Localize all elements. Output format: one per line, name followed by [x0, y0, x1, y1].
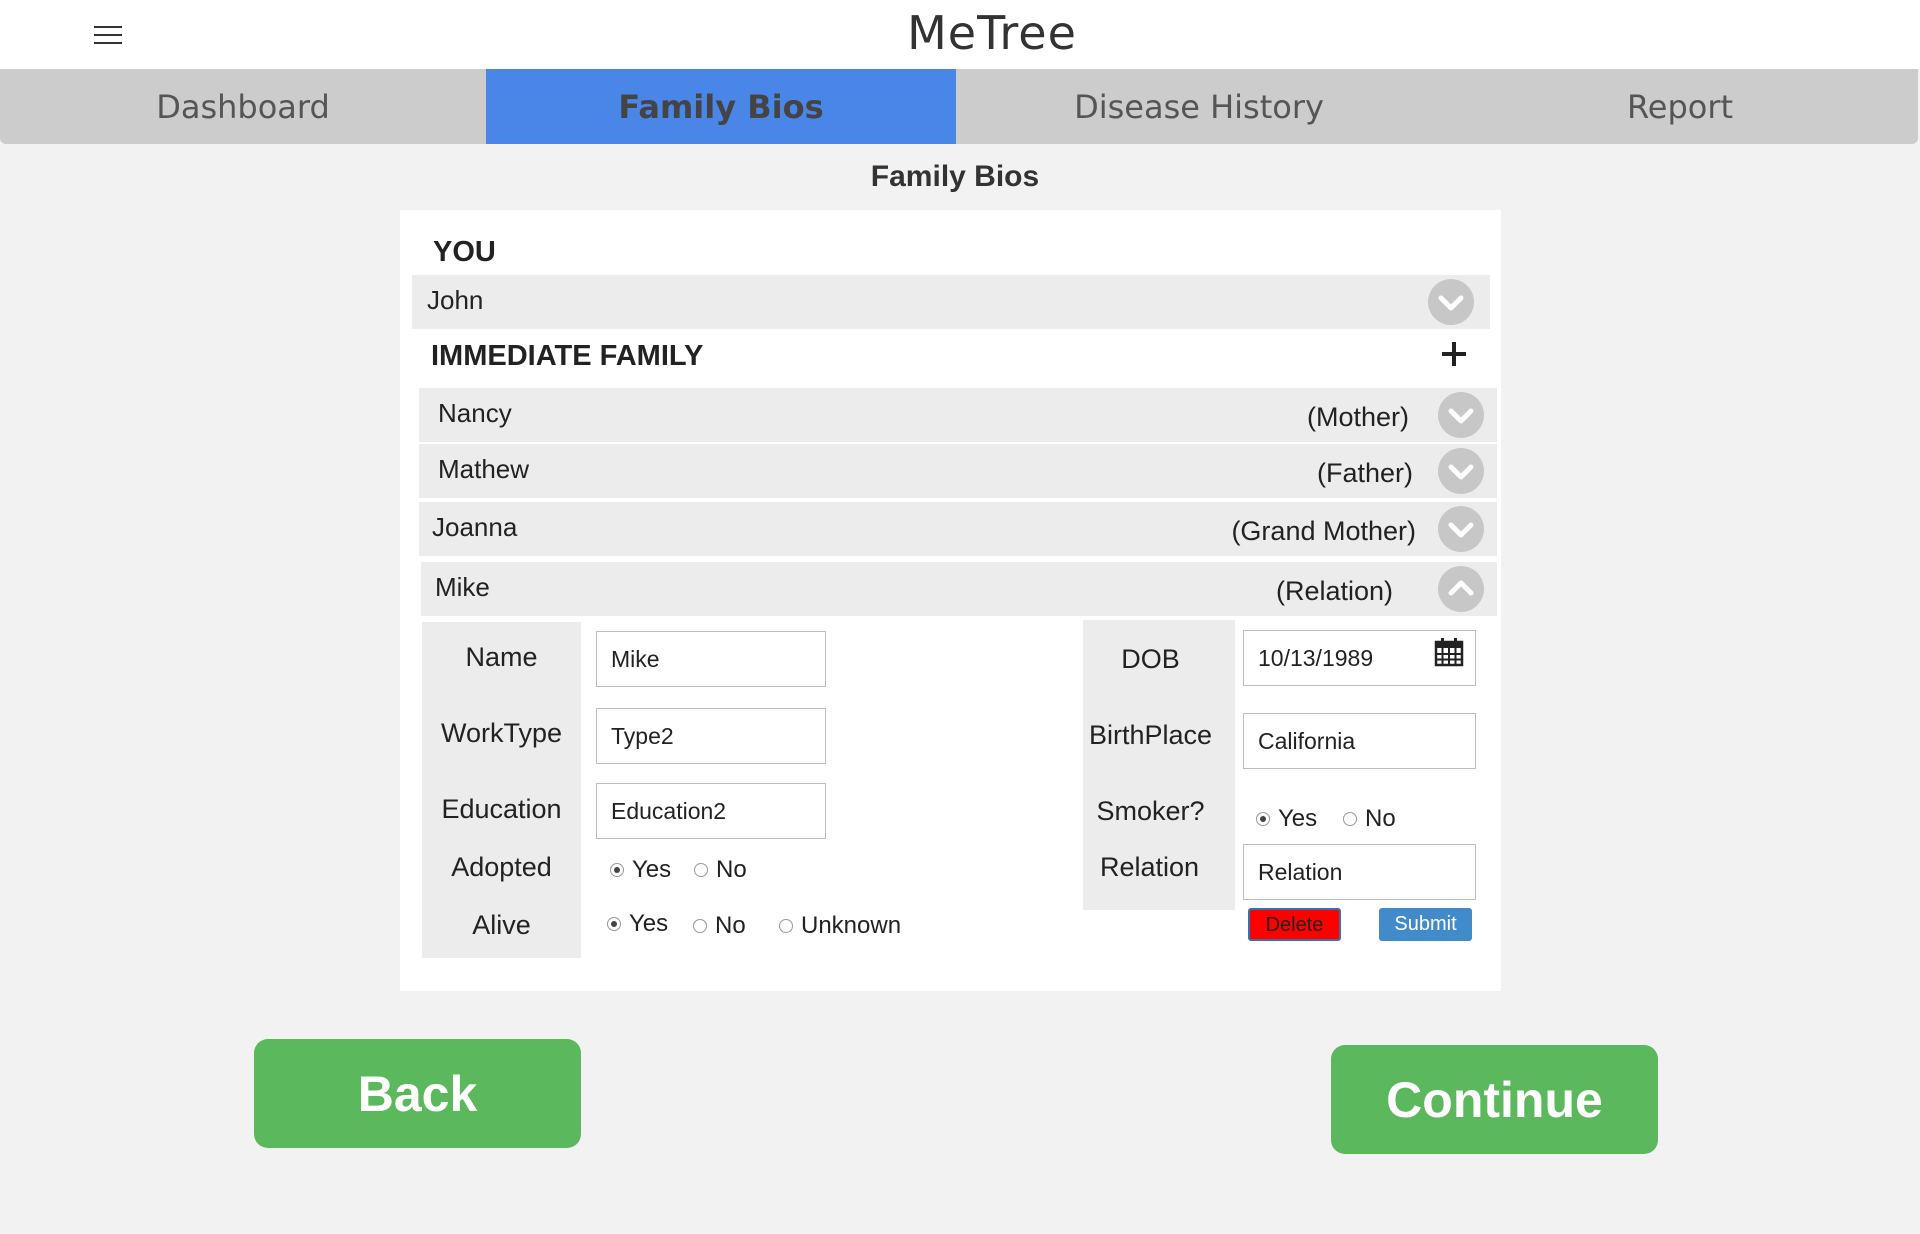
adopted-label: Adopted: [451, 852, 552, 882]
member-relation: (Father): [1316, 458, 1413, 488]
delete-button[interactable]: Delete: [1248, 908, 1341, 941]
tab-disease-history[interactable]: Disease History: [956, 69, 1442, 144]
relation-label: Relation: [1099, 852, 1200, 882]
education-label: Education: [441, 794, 562, 824]
smoker-no-label: No: [1365, 805, 1396, 832]
chevron-up-icon[interactable]: [1438, 566, 1484, 612]
add-family-member-icon[interactable]: [1440, 340, 1468, 368]
member-name: Mathew: [438, 454, 530, 484]
chevron-down-icon[interactable]: [1428, 279, 1474, 325]
education-input[interactable]: [596, 783, 826, 839]
radio-unselected-icon: [779, 919, 793, 933]
adopted-no-radio[interactable]: No: [694, 856, 747, 884]
adopted-no-label: No: [716, 856, 747, 883]
smoker-no-radio[interactable]: No: [1343, 805, 1396, 833]
chevron-down-icon[interactable]: [1438, 448, 1484, 494]
alive-yes-label: Yes: [629, 910, 669, 937]
radio-selected-icon: [1256, 812, 1270, 826]
submit-button[interactable]: Submit: [1379, 908, 1472, 941]
tab-bar: Dashboard Family Bios Disease History Re…: [0, 69, 1918, 144]
smoker-label: Smoker?: [1096, 796, 1205, 826]
adopted-yes-label: Yes: [632, 856, 672, 883]
tab-family-bios[interactable]: Family Bios: [486, 69, 956, 144]
adopted-yes-radio[interactable]: Yes: [610, 856, 671, 884]
member-relation: (Mother): [1306, 402, 1409, 432]
member-name: Nancy: [438, 398, 512, 428]
family-member-row[interactable]: Joanna (Grand Mother): [419, 502, 1497, 556]
worktype-input[interactable]: [596, 708, 826, 764]
smoker-yes-label: Yes: [1278, 805, 1318, 832]
birthplace-label: BirthPlace: [1088, 720, 1213, 750]
immediate-family-section-label: IMMEDIATE FAMILY: [431, 340, 704, 372]
alive-unknown-radio[interactable]: Unknown: [779, 912, 901, 940]
family-member-row[interactable]: Mathew (Father): [419, 444, 1497, 498]
alive-yes-radio[interactable]: Yes: [607, 910, 668, 938]
relation-input[interactable]: [1243, 844, 1476, 900]
family-bios-panel: YOU John IMMEDIATE FAMILY Nancy (Mother)…: [400, 210, 1501, 991]
member-name: Mike: [435, 572, 490, 602]
alive-unknown-label: Unknown: [801, 912, 902, 939]
tab-dashboard[interactable]: Dashboard: [0, 69, 486, 144]
you-name: John: [427, 285, 484, 315]
chevron-down-icon[interactable]: [1438, 506, 1484, 552]
radio-unselected-icon: [694, 863, 708, 877]
back-button[interactable]: Back: [254, 1039, 581, 1148]
app-title: MeTree: [907, 6, 1077, 60]
tab-report[interactable]: Report: [1442, 69, 1918, 144]
dob-label: DOB: [1121, 644, 1180, 674]
alive-no-radio[interactable]: No: [693, 912, 746, 940]
radio-unselected-icon: [693, 919, 707, 933]
calendar-icon[interactable]: [1434, 637, 1464, 667]
you-row[interactable]: John: [412, 275, 1490, 329]
smoker-yes-radio[interactable]: Yes: [1256, 805, 1317, 833]
name-label: Name: [465, 642, 538, 672]
member-relation: (Grand Mother): [1231, 516, 1416, 546]
family-member-row-expanded[interactable]: Mike (Relation): [421, 562, 1497, 616]
radio-selected-icon: [610, 863, 624, 877]
you-section-label: YOU: [433, 236, 496, 268]
member-relation: (Relation): [1275, 576, 1393, 606]
birthplace-input[interactable]: [1243, 713, 1476, 769]
radio-unselected-icon: [1343, 812, 1357, 826]
continue-button[interactable]: Continue: [1331, 1045, 1658, 1154]
page-heading: Family Bios: [870, 160, 1040, 193]
family-member-row[interactable]: Nancy (Mother): [419, 388, 1497, 442]
alive-no-label: No: [715, 912, 746, 939]
chevron-down-icon[interactable]: [1438, 392, 1484, 438]
radio-selected-icon: [607, 917, 621, 931]
top-bar: MeTree: [0, 0, 1920, 69]
alive-label: Alive: [472, 910, 531, 940]
worktype-label: WorkType: [440, 718, 563, 748]
name-input[interactable]: [596, 631, 826, 687]
member-name: Joanna: [432, 512, 518, 542]
